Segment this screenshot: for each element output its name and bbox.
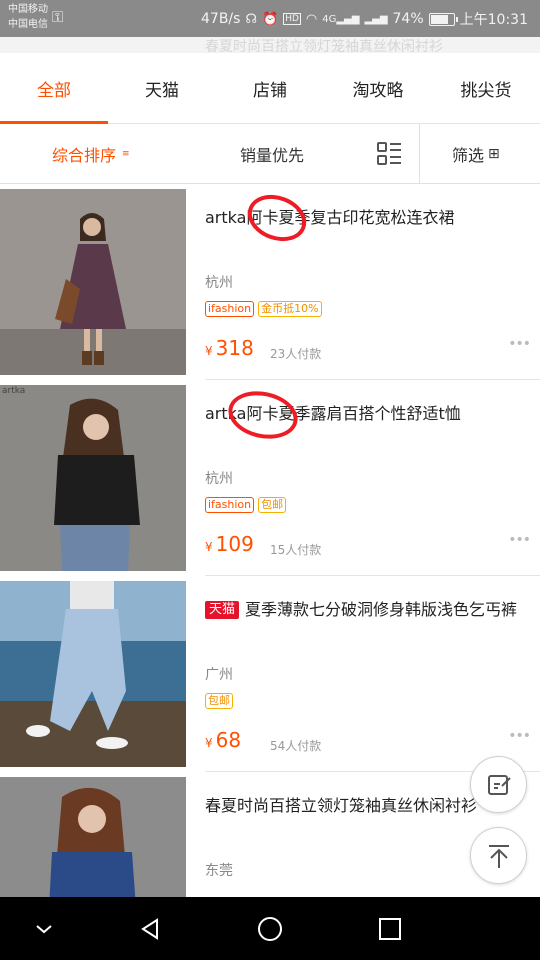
- annotation-circle: [241, 187, 313, 249]
- battery-percent: 74%: [392, 11, 424, 27]
- product-location: 杭州: [205, 471, 233, 487]
- status-time: 上午10:31: [459, 12, 528, 28]
- product-price: ¥68: [205, 728, 241, 752]
- price-value: 109: [215, 532, 254, 556]
- product-sold-count: 15人付款: [270, 543, 322, 557]
- tmall-badge: 天猫: [205, 601, 240, 619]
- product-list: artka阿卡夏季复古印花宽松连衣裙 杭州 ifashion 金币抵10% ¥3…: [0, 184, 540, 897]
- filter-button[interactable]: 筛选 ⊞: [452, 124, 500, 184]
- product-item[interactable]: artka阿卡夏季复古印花宽松连衣裙 杭州 ifashion 金币抵10% ¥3…: [0, 184, 540, 380]
- tab-guides[interactable]: 淘攻略: [324, 53, 432, 123]
- sort-default-label: 综合排序: [52, 146, 117, 165]
- back-triangle-icon: [141, 918, 158, 940]
- product-sold-count: 23人付款: [270, 347, 322, 361]
- signal-2-icon: ▂▄▆: [364, 13, 388, 25]
- ghost-text: 春夏时尚百搭立领灯笼袖真丝休闲衬衫: [205, 39, 443, 53]
- sort-bar: 综合排序 ≡ 销量优先 筛选 ⊞: [0, 124, 540, 184]
- nav-recents-button[interactable]: [368, 907, 412, 951]
- more-options-icon[interactable]: •••: [508, 728, 531, 744]
- tab-tmall[interactable]: 天猫: [108, 53, 216, 123]
- sort-sales-label: 销量优先: [240, 146, 305, 165]
- carrier-line-1: 中国移动: [8, 4, 48, 15]
- filter-label: 筛选: [452, 146, 485, 165]
- badge-ifashion: ifashion: [205, 497, 255, 513]
- tab-all[interactable]: 全部: [0, 53, 108, 124]
- hd-icon: HD: [283, 13, 301, 25]
- key-icon: ⚿: [52, 8, 64, 26]
- currency-symbol: ¥: [205, 736, 213, 750]
- badge-ifashion: ifashion: [205, 301, 255, 317]
- scrolled-header-ghost: 春夏时尚百搭立领灯笼袖真丝休闲衬衫: [0, 37, 540, 53]
- back-to-top-button[interactable]: [470, 827, 527, 884]
- category-tabs: 全部 天猫 店铺 淘攻略 挑尖货: [0, 53, 540, 124]
- network-type-label: 4G: [322, 13, 337, 25]
- list-view-toggle-icon[interactable]: [376, 141, 402, 167]
- badge-free-shipping: 包邮: [258, 497, 287, 513]
- alarm-icon: ⏰: [262, 11, 279, 27]
- badge-coin-discount: 金币抵10%: [258, 301, 322, 317]
- product-location: 东莞: [205, 863, 233, 879]
- feedback-button[interactable]: [470, 756, 527, 813]
- product-price: ¥318: [205, 336, 254, 360]
- carrier-line-2: 中国电信: [8, 19, 48, 30]
- battery-icon: [428, 12, 458, 26]
- nav-collapse-button[interactable]: [22, 907, 66, 951]
- product-item[interactable]: 天猫 夏季薄款七分破洞修身韩版浅色乞丐裤 广州 包邮 ¥68 54人付款 •••: [0, 576, 540, 772]
- sort-sales-button[interactable]: 销量优先: [240, 124, 304, 184]
- nav-home-button[interactable]: [248, 907, 292, 951]
- sort-divider: [419, 124, 420, 184]
- net-speed: 47B/s: [201, 11, 241, 27]
- product-image[interactable]: artka: [0, 385, 186, 571]
- currency-symbol: ¥: [205, 344, 213, 358]
- product-location: 杭州: [205, 275, 233, 291]
- more-options-icon[interactable]: •••: [508, 336, 531, 352]
- home-circle-icon: [258, 917, 282, 941]
- edit-note-icon: [487, 774, 511, 795]
- headset-icon: ☊: [245, 11, 257, 27]
- price-value: 68: [215, 728, 242, 752]
- product-badges: ifashion 包邮: [205, 497, 287, 513]
- product-location: 广州: [205, 667, 233, 683]
- product-image[interactable]: [0, 189, 186, 375]
- recents-square-icon: [379, 918, 401, 940]
- signal-icon: 4G▂▄▆: [322, 13, 360, 25]
- system-nav-bar: [0, 897, 540, 960]
- nav-back-button[interactable]: [128, 907, 172, 951]
- sort-default-button[interactable]: 综合排序 ≡: [52, 124, 130, 184]
- arrow-up-icon: [488, 844, 509, 868]
- tab-picks[interactable]: 挑尖货: [432, 53, 540, 123]
- badge-free-shipping: 包邮: [205, 693, 233, 709]
- status-bar: 中国移动 中国电信 ⚿ 47B/s ☊ ⏰ HD ◠ 4G▂▄▆ ▂▄▆ 74%…: [0, 0, 540, 37]
- price-value: 318: [215, 336, 254, 360]
- product-sold-count: 54人付款: [270, 739, 322, 753]
- product-badges: 包邮: [205, 693, 233, 709]
- battery-fill: [430, 14, 449, 24]
- annotation-circle: [223, 385, 303, 445]
- wifi-icon: ◠: [305, 11, 318, 27]
- product-price: ¥109: [205, 532, 254, 556]
- product-badges: ifashion 金币抵10%: [205, 301, 322, 317]
- product-title[interactable]: 春夏时尚百搭立领灯笼袖真丝休闲衬衫: [205, 791, 495, 821]
- product-item[interactable]: 春夏时尚百搭立领灯笼袖真丝休闲衬衫 东莞: [0, 772, 540, 897]
- filter-icon: ⊞: [488, 146, 500, 162]
- tab-shops[interactable]: 店铺: [216, 53, 324, 123]
- currency-symbol: ¥: [205, 540, 213, 554]
- product-title[interactable]: 天猫 夏季薄款七分破洞修身韩版浅色乞丐裤: [205, 595, 525, 625]
- carrier-info: 中国移动 中国电信: [8, 2, 48, 32]
- product-item[interactable]: artka artka阿卡夏季露肩百搭个性舒适t恤 杭州 ifashion 包邮…: [0, 380, 540, 576]
- brand-watermark: artka: [2, 386, 26, 396]
- product-image[interactable]: [0, 581, 186, 767]
- product-title-text: 夏季薄款七分破洞修身韩版浅色乞丐裤: [245, 600, 518, 619]
- chevron-down-icon: [36, 925, 52, 934]
- more-options-icon[interactable]: •••: [508, 532, 531, 548]
- product-image[interactable]: [0, 777, 186, 897]
- sort-menu-icon: ≡: [122, 149, 130, 159]
